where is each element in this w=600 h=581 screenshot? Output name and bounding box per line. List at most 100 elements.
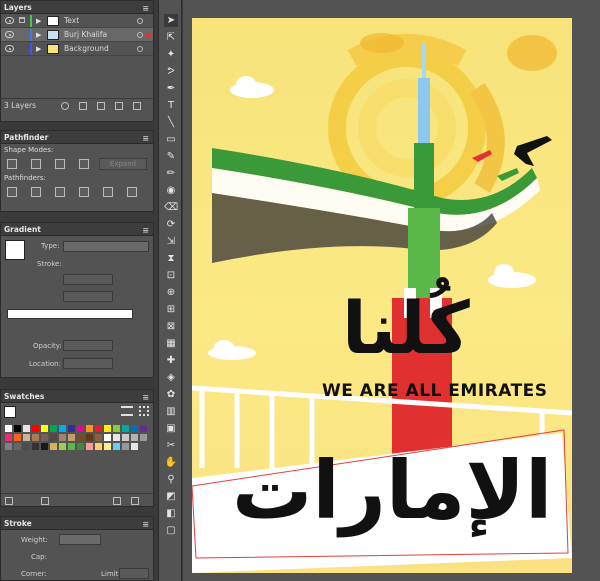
- color-swatch[interactable]: [86, 443, 93, 450]
- column-graph-tool-icon[interactable]: ▥: [164, 405, 178, 418]
- headline-arabic[interactable]: كُلنا: [342, 288, 470, 368]
- color-swatch[interactable]: [104, 443, 111, 450]
- new-sublayer-icon[interactable]: [97, 102, 105, 110]
- layers-panel-title[interactable]: Layers ≡: [1, 1, 153, 14]
- pen-tool-icon[interactable]: ✒: [164, 82, 178, 95]
- color-swatch[interactable]: [50, 425, 57, 432]
- color-swatch[interactable]: [5, 443, 12, 450]
- selection-tool-icon[interactable]: ➤: [164, 14, 178, 27]
- color-swatch[interactable]: [104, 425, 111, 432]
- layer-name[interactable]: Background: [64, 42, 109, 56]
- rotate-tool-icon[interactable]: ⟳: [164, 218, 178, 231]
- color-swatch[interactable]: [131, 434, 138, 441]
- color-swatch[interactable]: [32, 443, 39, 450]
- delete-layer-icon[interactable]: [133, 102, 141, 110]
- layer-row-burj-khalifa[interactable]: ▶ Burj Khalifa: [1, 28, 153, 42]
- locate-object-icon[interactable]: [61, 102, 69, 110]
- free-transform-tool-icon[interactable]: ⊡: [164, 269, 178, 282]
- location-field[interactable]: [63, 358, 113, 369]
- expand-button[interactable]: Expand: [99, 158, 147, 170]
- color-swatch[interactable]: [59, 443, 66, 450]
- color-swatch[interactable]: [50, 443, 57, 450]
- crop-icon[interactable]: [79, 187, 89, 197]
- line-tool-icon[interactable]: ╲: [164, 116, 178, 129]
- color-swatch[interactable]: [122, 434, 129, 441]
- eye-icon[interactable]: [5, 45, 14, 52]
- color-swatch[interactable]: [41, 425, 48, 432]
- color-swatch[interactable]: [41, 434, 48, 441]
- color-swatch[interactable]: [23, 425, 30, 432]
- intersect-icon[interactable]: [55, 159, 65, 169]
- eye-icon[interactable]: [5, 17, 14, 24]
- shape-builder-tool-icon[interactable]: ⊕: [164, 286, 178, 299]
- expand-triangle-icon[interactable]: ▶: [36, 14, 41, 28]
- color-swatch[interactable]: [23, 443, 30, 450]
- pathfinder-panel-title[interactable]: Pathfinder ≡: [1, 131, 153, 144]
- scale-tool-icon[interactable]: ⇲: [164, 235, 178, 248]
- eraser-tool-icon[interactable]: ⌫: [164, 201, 178, 214]
- color-swatch[interactable]: [32, 434, 39, 441]
- layer-row-text[interactable]: ▶ Text: [1, 14, 153, 28]
- color-swatch[interactable]: [14, 443, 21, 450]
- color-swatch[interactable]: [14, 434, 21, 441]
- limit-field[interactable]: [119, 568, 149, 579]
- paintbrush-tool-icon[interactable]: ✎: [164, 150, 178, 163]
- blob-brush-tool-icon[interactable]: ◉: [164, 184, 178, 197]
- lasso-tool-icon[interactable]: ᕗ: [164, 65, 178, 78]
- hand-tool-icon[interactable]: ✋: [164, 456, 178, 469]
- layer-name[interactable]: Burj Khalifa: [64, 28, 107, 42]
- artboard-tool-icon[interactable]: ▣: [164, 422, 178, 435]
- expand-triangle-icon[interactable]: ▶: [36, 42, 41, 56]
- gradient-slider-bar[interactable]: [7, 309, 133, 319]
- color-swatch[interactable]: [68, 443, 75, 450]
- stroke-panel-title[interactable]: Stroke ≡: [1, 517, 153, 530]
- target-circle-icon[interactable]: [137, 32, 143, 38]
- color-swatch[interactable]: [113, 425, 120, 432]
- gradient-panel-title[interactable]: Gradient ≡: [1, 223, 153, 236]
- divide-icon[interactable]: [7, 187, 17, 197]
- symbol-sprayer-tool-icon[interactable]: ✿: [164, 388, 178, 401]
- eye-icon[interactable]: [5, 31, 14, 38]
- swatches-panel-title[interactable]: Swatches ≡: [1, 390, 153, 403]
- blend-tool-icon[interactable]: ◈: [164, 371, 178, 384]
- color-swatch[interactable]: [32, 425, 39, 432]
- rectangle-tool-icon[interactable]: ▭: [164, 133, 178, 146]
- perspective-tool-icon[interactable]: ⊞: [164, 303, 178, 316]
- eyedropper-tool-icon[interactable]: ✚: [164, 354, 178, 367]
- type-select[interactable]: [63, 241, 149, 252]
- slice-tool-icon[interactable]: ✂: [164, 439, 178, 452]
- color-swatch[interactable]: [113, 443, 120, 450]
- color-swatch[interactable]: [104, 434, 111, 441]
- color-swatch[interactable]: [140, 425, 147, 432]
- color-swatch[interactable]: [77, 443, 84, 450]
- mesh-tool-icon[interactable]: ⊠: [164, 320, 178, 333]
- color-swatch[interactable]: [59, 425, 66, 432]
- gradient-preview-swatch[interactable]: [5, 240, 25, 260]
- expand-triangle-icon[interactable]: ▶: [36, 28, 41, 42]
- color-swatch[interactable]: [86, 425, 93, 432]
- color-swatch[interactable]: [131, 425, 138, 432]
- new-color-group-icon[interactable]: [41, 497, 49, 505]
- weight-field[interactable]: [59, 534, 101, 545]
- color-swatch[interactable]: [68, 425, 75, 432]
- color-swatch[interactable]: [68, 434, 75, 441]
- make-clipping-mask-icon[interactable]: [79, 102, 87, 110]
- draw-mode-tool-icon[interactable]: ◧: [164, 507, 178, 520]
- new-swatch-icon[interactable]: [113, 497, 121, 505]
- tagline[interactable]: WE ARE ALL EMIRATES: [322, 381, 548, 401]
- target-circle-icon[interactable]: [137, 46, 143, 52]
- outline-icon[interactable]: [103, 187, 113, 197]
- screen-mode-tool-icon[interactable]: ▢: [164, 524, 178, 537]
- document-canvas[interactable]: كُلنا WE ARE ALL EMIRATES الإمارات: [183, 0, 600, 581]
- color-swatch[interactable]: [122, 443, 129, 450]
- lock-icon[interactable]: [19, 17, 25, 23]
- color-swatch[interactable]: [95, 425, 102, 432]
- color-swatch[interactable]: [59, 434, 66, 441]
- color-swatch[interactable]: [122, 425, 129, 432]
- color-swatch[interactable]: [5, 425, 12, 432]
- color-swatch[interactable]: [14, 425, 21, 432]
- color-swatch[interactable]: [5, 434, 12, 441]
- target-circle-icon[interactable]: [137, 18, 143, 24]
- angle-field[interactable]: [63, 274, 113, 285]
- trim-icon[interactable]: [31, 187, 41, 197]
